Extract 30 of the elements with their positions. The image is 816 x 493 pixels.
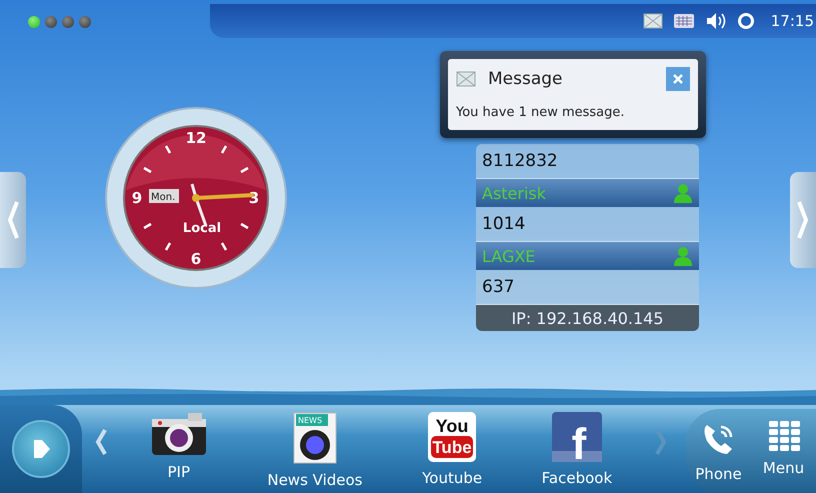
envelope-icon — [642, 13, 663, 29]
speaker-icon — [704, 12, 727, 30]
dock-button[interactable]: Phone — [686, 409, 751, 493]
person-icon — [673, 183, 693, 203]
app-shortcut[interactable]: PIP — [150, 405, 208, 493]
app-shortcut[interactable]: NEWS News Videos — [267, 405, 363, 493]
grid-menu-icon — [766, 419, 800, 453]
envelope-icon — [456, 71, 476, 87]
camera-icon — [150, 411, 208, 457]
popup-title: Message — [488, 69, 564, 89]
clock-time: 17:15 — [770, 12, 814, 30]
app-shortcut[interactable]: f Facebook — [542, 405, 612, 493]
chevron-right-icon — [654, 428, 668, 456]
close-button[interactable] — [666, 67, 690, 91]
chevron-right-icon — [797, 200, 809, 240]
news-camera-icon: NEWS — [292, 411, 338, 465]
youtube-logo-icon: You Tube — [427, 411, 478, 463]
ip-address: IP: 192.168.40.145 — [476, 305, 699, 331]
close-icon — [672, 73, 684, 85]
dock-button[interactable]: Menu — [751, 409, 816, 493]
previous-page-tab[interactable] — [0, 172, 26, 268]
person-icon — [673, 246, 693, 266]
keyboard-icon — [672, 13, 695, 29]
sync-icon — [736, 12, 755, 30]
popup-message: You have 1 new message. — [456, 105, 626, 120]
app-shortcut[interactable]: You Tube Youtube — [422, 405, 482, 493]
chevron-left-icon — [94, 428, 108, 456]
chevron-left-icon — [7, 200, 19, 240]
facebook-logo-icon: f — [550, 411, 603, 463]
next-page-tab[interactable] — [790, 172, 816, 268]
